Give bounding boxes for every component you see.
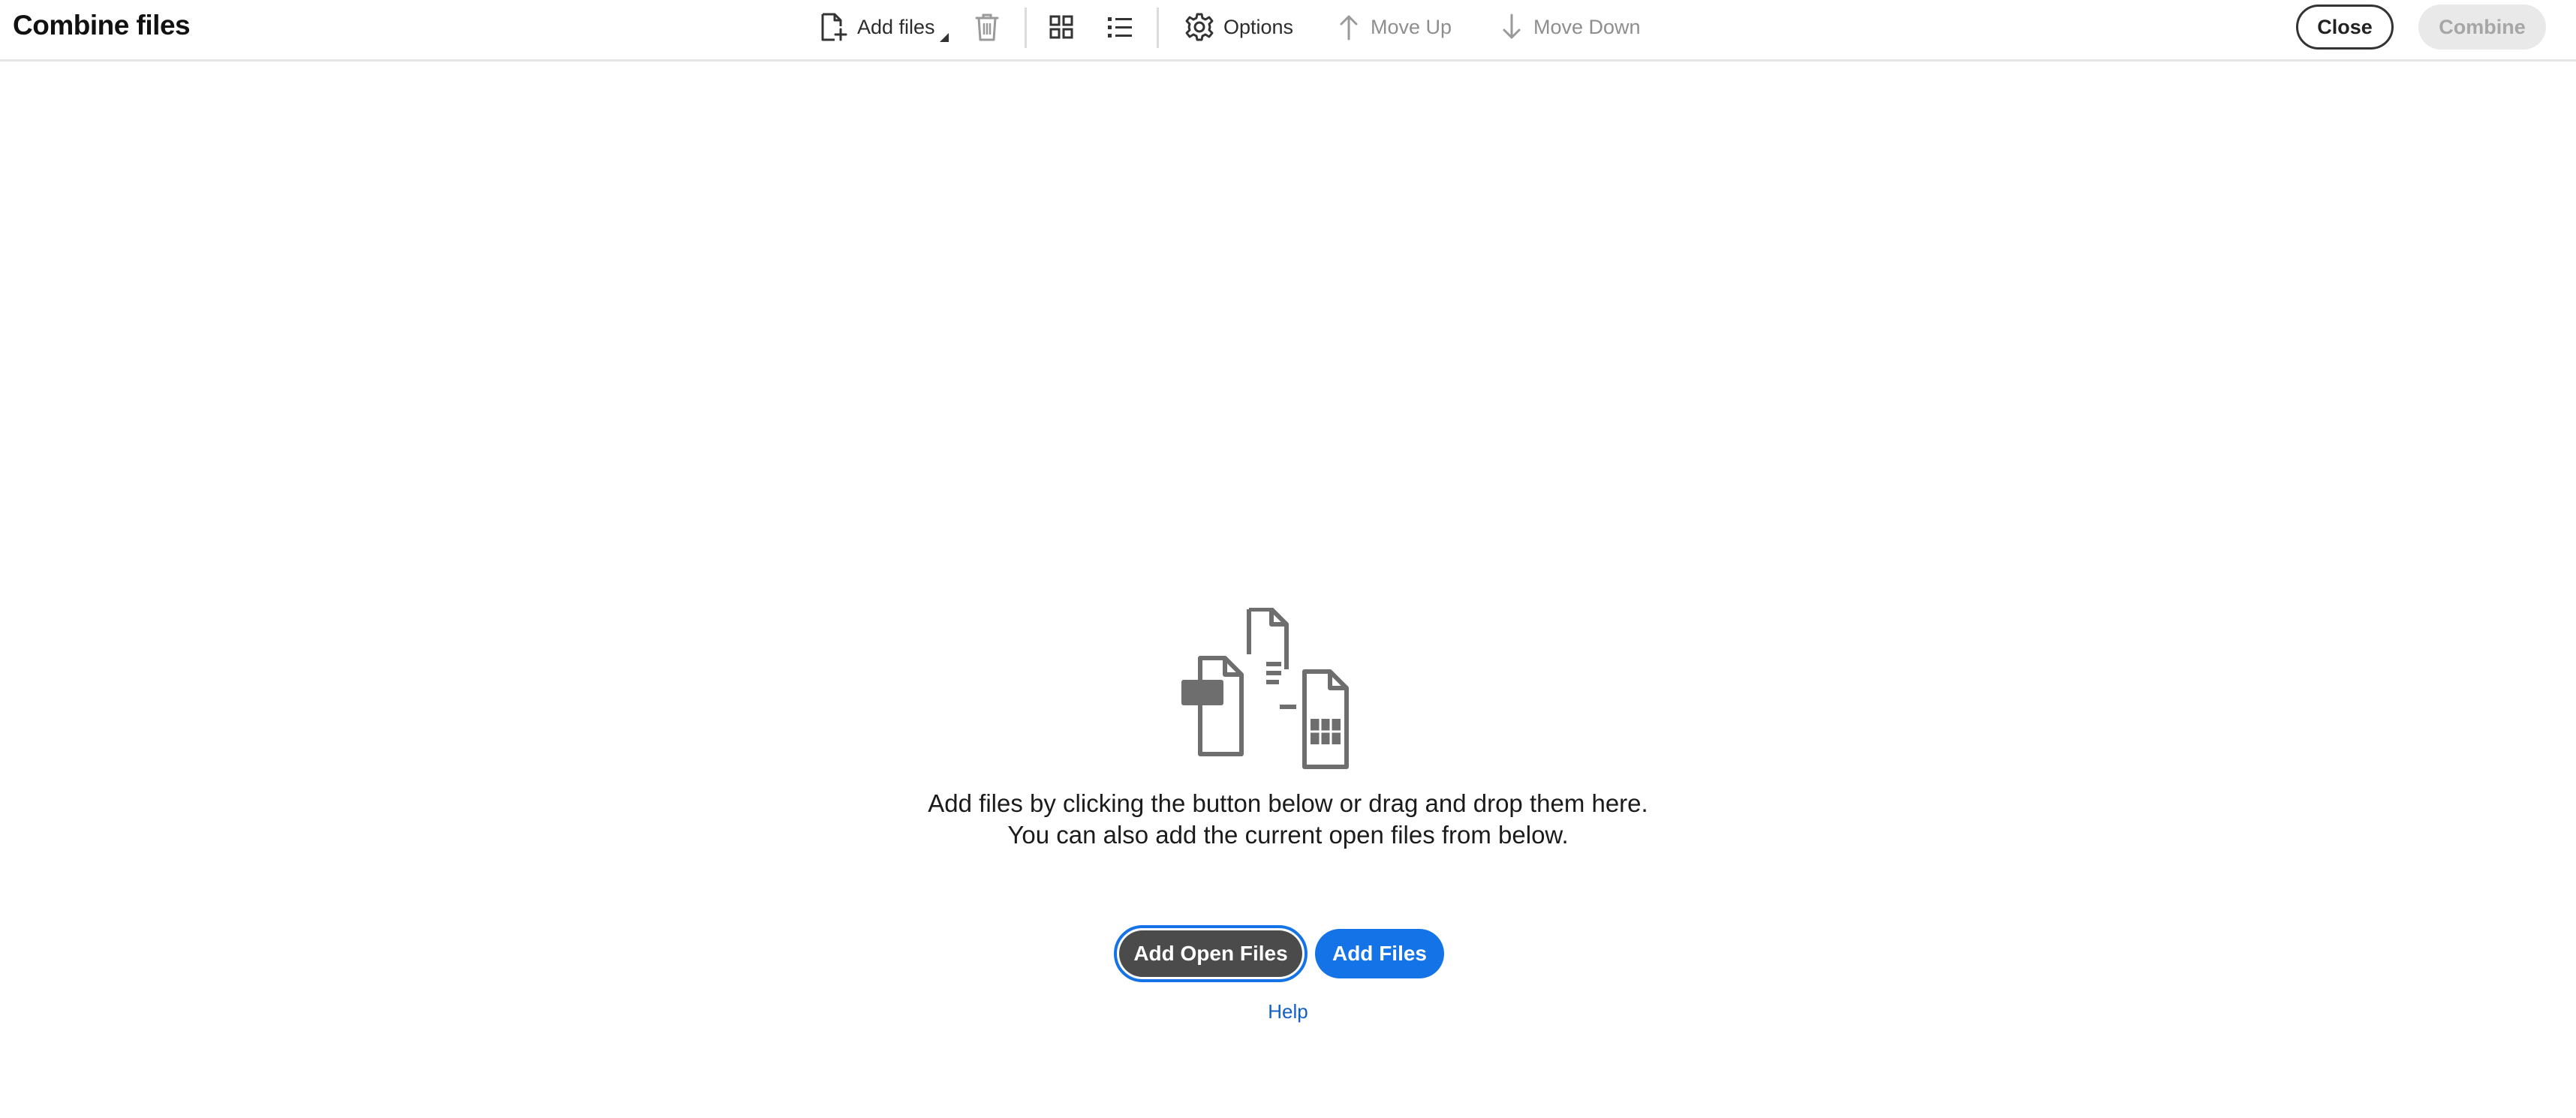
toolbar-divider [1025,8,1027,48]
move-down-label: Move Down [1533,15,1641,38]
top-toolbar: Combine files Add files Options Move Up … [0,0,2576,62]
arrow-down-icon [1500,13,1523,41]
delete-button[interactable] [974,11,1000,44]
combine-documents-illustration [1180,607,1383,773]
add-files-label: Add files [857,15,935,38]
toolbar-divider [1157,8,1159,48]
list-view-button[interactable] [1106,11,1133,44]
add-files-button[interactable]: Add Files [1315,929,1444,978]
empty-state-line-2: You can also add the current open files … [1007,821,1569,849]
trash-icon [974,12,1000,42]
empty-state-message: Add files by clicking the button below o… [0,788,2576,851]
dropdown-caret-icon [939,33,949,42]
arrow-up-icon [1338,13,1360,41]
help-link-text[interactable]: Help [1268,1000,1308,1023]
combine-button[interactable]: Combine [2418,5,2546,50]
options-label: Options [1223,15,1294,38]
options-button[interactable]: Options [1184,11,1293,44]
grid-view-icon [1049,14,1074,40]
move-up-button[interactable]: Move Up [1338,11,1452,44]
add-files-menu-button[interactable]: Add files [820,11,949,44]
add-file-icon [820,11,848,43]
move-up-label: Move Up [1371,15,1452,38]
help-link: Help [0,1000,2576,1023]
list-view-icon [1106,14,1133,40]
move-down-button[interactable]: Move Down [1500,11,1641,44]
gear-icon [1184,12,1214,42]
page-title: Combine files [13,10,191,41]
close-button[interactable]: Close [2296,5,2394,50]
grid-view-button[interactable] [1049,11,1074,44]
empty-state-line-1: Add files by clicking the button below o… [928,789,1648,817]
add-open-files-label: Add Open Files [1119,930,1302,977]
add-open-files-button[interactable]: Add Open Files [1114,925,1308,982]
